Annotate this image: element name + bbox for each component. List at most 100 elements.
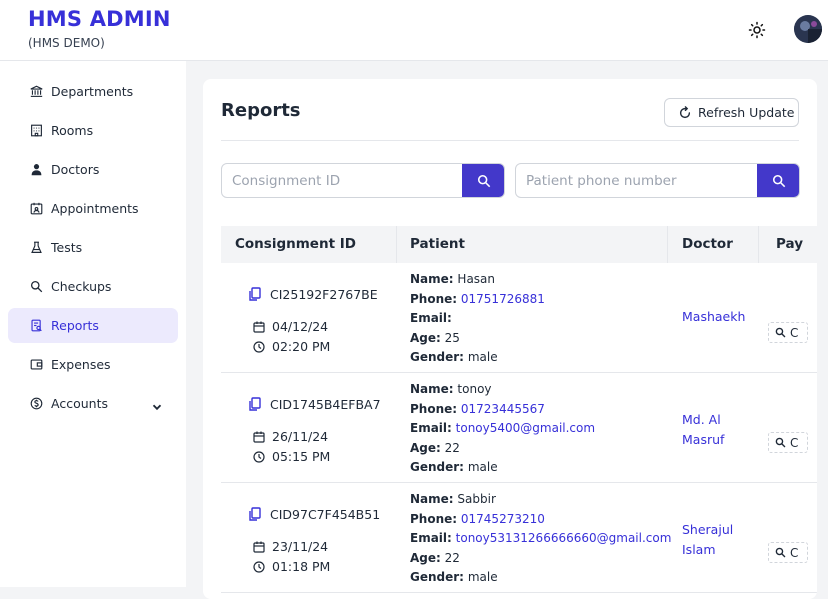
patient-age: Age: 25 xyxy=(410,331,460,345)
patient-gender: Gender: male xyxy=(410,460,498,474)
report-time: 01:18 PM xyxy=(272,559,331,574)
sidebar-item-label: Rooms xyxy=(51,123,94,138)
sidebar: Departments Rooms Doctors Appointments T… xyxy=(0,61,186,587)
phone-link[interactable]: 01751726881 xyxy=(461,292,545,306)
doctor-link[interactable]: Sherajul Islam xyxy=(682,520,752,559)
report-icon xyxy=(29,319,43,333)
app-title: HMS ADMIN xyxy=(28,7,171,31)
table-row: CID1745B4EFBA7 26/11/24 05:15 PM Name: t… xyxy=(221,373,817,483)
pay-search-button[interactable]: C xyxy=(768,322,808,343)
sidebar-item-appointments[interactable]: Appointments xyxy=(8,191,178,226)
consignment-id: CID97C7F454B51 xyxy=(270,507,381,522)
doctor-link[interactable]: Md. Al Masruf xyxy=(682,410,752,449)
pay-button-label: C xyxy=(790,435,799,450)
sidebar-item-label: Expenses xyxy=(51,357,111,372)
title-divider xyxy=(221,140,799,141)
avatar[interactable] xyxy=(794,15,822,43)
refresh-button-label: Refresh Update xyxy=(698,105,795,120)
email-link[interactable]: tonoy5400@gmail.com xyxy=(456,421,595,435)
doctor-link[interactable]: Mashaekh xyxy=(682,307,752,327)
report-time: 05:15 PM xyxy=(272,449,331,464)
calendar-icon xyxy=(253,321,265,333)
sidebar-item-label: Tests xyxy=(51,240,83,255)
wallet-icon xyxy=(29,358,43,372)
column-header: Consignment ID xyxy=(235,236,356,252)
pay-button-label: C xyxy=(790,545,799,560)
patient-email: Email: tonoy5400@gmail.com xyxy=(410,421,596,435)
refresh-icon xyxy=(679,106,691,119)
phone-link[interactable]: 01723445567 xyxy=(461,402,545,416)
sidebar-item-label: Reports xyxy=(51,318,99,333)
consignment-id: CI25192F2767BE xyxy=(270,287,378,302)
reports-card: Reports Refresh Update Consignment ID Pa… xyxy=(203,79,817,599)
app-subtitle: (HMS DEMO) xyxy=(28,36,105,50)
patient-phone: Phone: 01745273210 xyxy=(410,512,545,526)
page-title: Reports xyxy=(221,100,301,121)
report-date: 23/11/24 xyxy=(272,539,329,554)
search-icon xyxy=(29,280,43,294)
search-icon xyxy=(772,174,785,187)
search-icon xyxy=(477,174,490,187)
pay-search-button[interactable]: C xyxy=(768,432,808,453)
sidebar-item-rooms[interactable]: Rooms xyxy=(8,113,178,148)
clock-icon xyxy=(253,561,265,573)
consignment-id: CID1745B4EFBA7 xyxy=(270,397,381,412)
consignment-search-input[interactable] xyxy=(222,164,462,197)
top-header: HMS ADMIN (HMS DEMO) xyxy=(0,0,828,61)
bank-icon xyxy=(29,85,43,99)
pay-search-button[interactable]: C xyxy=(768,542,808,563)
copy-icon[interactable] xyxy=(249,287,261,301)
patient-gender: Gender: male xyxy=(410,570,498,584)
copy-icon[interactable] xyxy=(249,397,261,411)
search-icon xyxy=(775,327,786,338)
phone-search xyxy=(515,163,800,198)
report-date: 04/12/24 xyxy=(272,319,329,334)
consignment-search-button[interactable] xyxy=(462,164,504,197)
dollar-circle-icon xyxy=(29,397,43,411)
sidebar-item-doctors[interactable]: Doctors xyxy=(8,152,178,187)
column-header: Doctor xyxy=(682,236,733,252)
clock-icon xyxy=(253,341,265,353)
sidebar-item-checkups[interactable]: Checkups xyxy=(8,269,178,304)
calendar-user-icon xyxy=(29,202,43,216)
pay-button-label: C xyxy=(790,325,799,340)
sidebar-item-label: Departments xyxy=(51,84,134,99)
report-time: 02:20 PM xyxy=(272,339,331,354)
sidebar-item-tests[interactable]: Tests xyxy=(8,230,178,265)
patient-age: Age: 22 xyxy=(410,441,460,455)
copy-icon[interactable] xyxy=(249,507,261,521)
consignment-search xyxy=(221,163,505,198)
phone-search-input[interactable] xyxy=(516,164,757,197)
column-header: Patient xyxy=(410,236,465,252)
patient-name: Name: Hasan xyxy=(410,272,496,286)
search-icon xyxy=(775,437,786,448)
table-row: CI25192F2767BE 04/12/24 02:20 PM Name: H… xyxy=(221,263,817,373)
phone-link[interactable]: 01745273210 xyxy=(461,512,545,526)
theme-toggle-button[interactable] xyxy=(744,17,770,43)
sidebar-item-label: Accounts xyxy=(51,396,108,411)
calendar-icon xyxy=(253,541,265,553)
table-header: Consignment ID Patient Doctor Pay xyxy=(221,226,817,263)
sidebar-item-accounts[interactable]: Accounts xyxy=(8,386,178,421)
clock-icon xyxy=(253,451,265,463)
report-date: 26/11/24 xyxy=(272,429,329,444)
patient-phone: Phone: 01751726881 xyxy=(410,292,545,306)
sidebar-item-departments[interactable]: Departments xyxy=(8,74,178,109)
building-icon xyxy=(29,124,43,138)
patient-age: Age: 22 xyxy=(410,551,460,565)
phone-search-button[interactable] xyxy=(757,164,799,197)
calendar-icon xyxy=(253,431,265,443)
sidebar-item-expenses[interactable]: Expenses xyxy=(8,347,178,382)
column-divider xyxy=(396,226,397,263)
patient-email: Email: tonoy53131266666660@gmail.com xyxy=(410,531,672,545)
patient-gender: Gender: male xyxy=(410,350,498,364)
sidebar-item-reports[interactable]: Reports xyxy=(8,308,178,343)
refresh-button[interactable]: Refresh Update xyxy=(664,98,799,127)
column-divider xyxy=(667,226,668,263)
patient-email: Email: xyxy=(410,311,452,325)
chevron-down-icon[interactable] xyxy=(151,398,163,410)
search-icon xyxy=(775,547,786,558)
sidebar-item-label: Appointments xyxy=(51,201,139,216)
email-link[interactable]: tonoy53131266666660@gmail.com xyxy=(456,531,672,545)
patient-name: Name: Sabbir xyxy=(410,492,496,506)
